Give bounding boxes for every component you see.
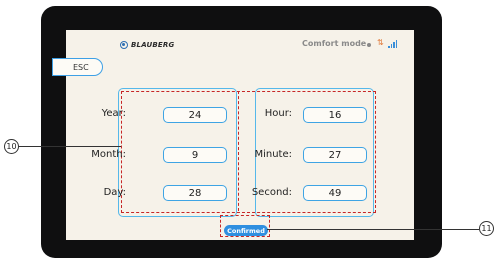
confirmed-button[interactable]: Confirmed	[224, 225, 268, 236]
month-field[interactable]: 9	[163, 147, 227, 163]
brand-name: BLAUBERG	[131, 41, 175, 49]
mode-label: Comfort mode	[302, 39, 367, 48]
second-label: Second:	[251, 187, 292, 198]
callout-line-11	[267, 229, 479, 230]
signal-icon	[388, 40, 397, 48]
minute-label: Minute:	[254, 149, 292, 160]
month-label: Month:	[91, 149, 126, 160]
callout-11: 11	[479, 221, 494, 236]
callout-line-10	[19, 146, 121, 147]
day-field[interactable]: 28	[163, 185, 227, 201]
callout-10: 10	[4, 139, 19, 154]
day-label: Day:	[103, 187, 126, 198]
hour-label: Hour:	[264, 108, 292, 119]
blauberg-logo-icon	[120, 41, 128, 49]
arrows-icon: ⇅	[377, 38, 384, 47]
esc-button[interactable]: ESC	[52, 58, 103, 76]
hour-field[interactable]: 16	[303, 107, 367, 123]
year-label: Year:	[101, 108, 126, 119]
device-screen: BLAUBERG Comfort mode ⇅ ESC Year: 24 Mon…	[52, 30, 414, 240]
second-field[interactable]: 49	[303, 185, 367, 201]
year-field[interactable]: 24	[163, 107, 227, 123]
dot-icon	[367, 43, 371, 47]
brand-logo: BLAUBERG	[120, 41, 174, 49]
minute-field[interactable]: 27	[303, 147, 367, 163]
